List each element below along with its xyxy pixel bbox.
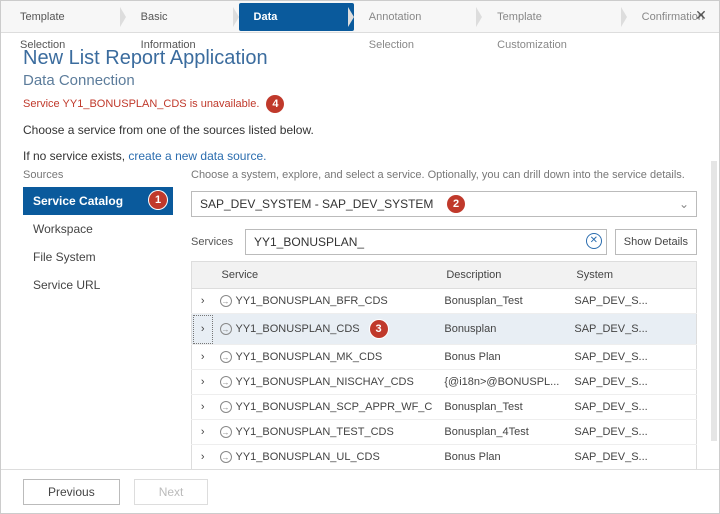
odata-icon [220,295,232,307]
page-title: New List Report Application [23,47,697,70]
col-description[interactable]: Description [438,262,568,289]
clear-icon[interactable]: ✕ [586,233,602,249]
wizard-dialog: Template Selection Basic Information Dat… [0,0,720,514]
dialog-footer: Previous Next [1,469,719,513]
col-expand [192,262,214,289]
expand-icon[interactable]: › [192,445,214,470]
system-select-row: ⌄ 2 [191,191,697,217]
table-row[interactable]: › YY1_BONUSPLAN_TEST_CDS Bonusplan_4Test… [192,420,697,445]
right-description: Choose a system, explore, and select a s… [191,169,697,181]
services-filter-input[interactable] [245,229,607,255]
close-icon[interactable]: ✕ [691,7,711,27]
services-label: Services [191,236,237,248]
error-message: Service YY1_BONUSPLAN_CDS is unavailable… [23,95,697,113]
next-button: Next [134,479,209,505]
wizard-stepbar: Template Selection Basic Information Dat… [1,1,719,33]
expand-icon[interactable]: › [192,345,214,370]
create-data-source-link[interactable]: create a new data source. [128,149,266,163]
table-row[interactable]: › YY1_BONUSPLAN_CDS 3 Bonusplan SAP_DEV_… [192,314,697,345]
expand-icon[interactable]: › [192,289,214,314]
wizard-step-template-customization: Template Customization [482,3,626,31]
odata-icon [220,351,232,363]
linkline-prefix: If no service exists, [23,149,128,163]
source-file-system[interactable]: File System [23,243,173,271]
odata-icon [220,401,232,413]
expand-icon[interactable]: › [192,314,214,345]
table-row[interactable]: › YY1_BONUSPLAN_NISCHAY_CDS {@i18n>@BONU… [192,370,697,395]
source-service-catalog[interactable]: Service Catalog 1 [23,187,173,215]
create-source-line: If no service exists, create a new data … [23,149,697,163]
sources-label: Sources [23,169,173,181]
table-row[interactable]: › YY1_BONUSPLAN_MK_CDS Bonus Plan SAP_DE… [192,345,697,370]
wizard-step-basic-information[interactable]: Basic Information [126,3,239,31]
callout-1: 1 [149,191,167,209]
table-row[interactable]: › YY1_BONUSPLAN_BFR_CDS Bonusplan_Test S… [192,289,697,314]
show-details-button[interactable]: Show Details [615,229,697,255]
wizard-step-template-selection[interactable]: Template Selection [5,3,126,31]
odata-icon [220,323,232,335]
source-service-url[interactable]: Service URL [23,271,173,299]
callout-3: 3 [370,320,388,338]
table-row[interactable]: › YY1_BONUSPLAN_SCP_APPR_WF_C Bonusplan_… [192,395,697,420]
odata-icon [220,426,232,438]
callout-4: 4 [266,95,284,113]
odata-icon [220,451,232,463]
system-select[interactable] [191,191,697,217]
odata-icon [220,376,232,388]
expand-icon[interactable]: › [192,395,214,420]
expand-icon[interactable]: › [192,420,214,445]
sources-list: Service Catalog 1 Workspace File System … [23,187,173,299]
wizard-step-annotation-selection: Annotation Selection [354,3,482,31]
callout-2: 2 [447,195,465,213]
prompt-text: Choose a service from one of the sources… [23,123,697,137]
services-table: Service Description System › YY1_BONUSPL… [191,261,697,470]
previous-button[interactable]: Previous [23,479,120,505]
scrollbar[interactable] [711,161,717,441]
table-row[interactable]: › YY1_BONUSPLAN_UL_CDS Bonus Plan SAP_DE… [192,445,697,470]
expand-icon[interactable]: › [192,370,214,395]
col-service[interactable]: Service [214,262,439,289]
wizard-step-data-connection[interactable]: Data Connection [239,3,354,31]
col-system[interactable]: System [568,262,696,289]
dialog-content: New List Report Application Data Connect… [1,33,719,471]
page-subtitle: Data Connection [23,72,697,89]
source-workspace[interactable]: Workspace [23,215,173,243]
